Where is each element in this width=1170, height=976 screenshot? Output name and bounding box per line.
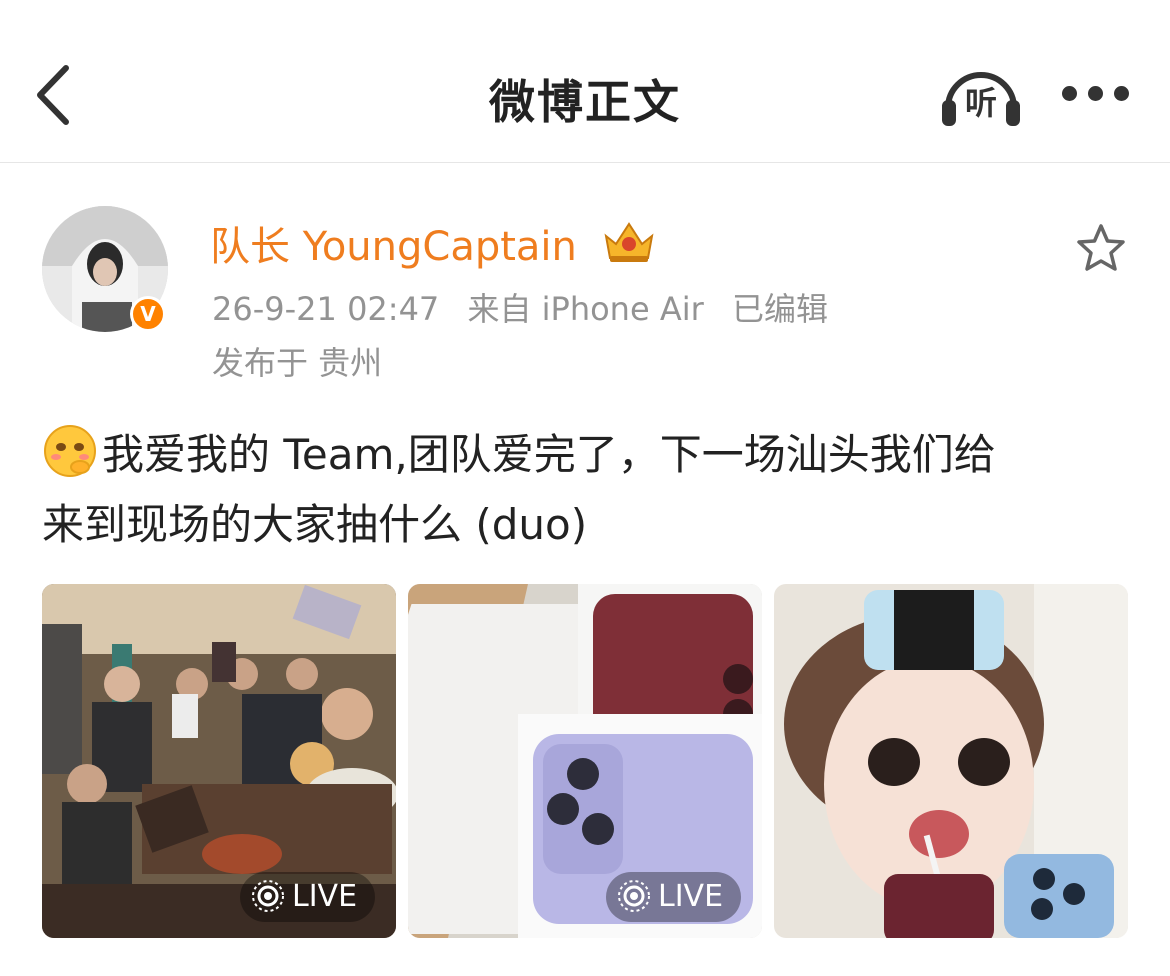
post-image-2[interactable]: LIVE bbox=[408, 584, 762, 938]
post-location: 发布于 贵州 bbox=[212, 344, 383, 382]
post-text-line-1: 我爱我的 Team,团队爱完了，下一场汕头我们给 bbox=[42, 420, 1132, 490]
live-photo-badge: LIVE bbox=[240, 872, 376, 922]
post-source: 来自 iPhone Air bbox=[467, 290, 704, 328]
listen-label: 听 bbox=[964, 84, 997, 122]
listen-button[interactable]: 听 bbox=[938, 62, 1024, 130]
verified-badge: V bbox=[130, 296, 166, 332]
post-body: 我爱我的 Team,团队爱完了，下一场汕头我们给 来到现场的大家抽什么 (duo… bbox=[42, 420, 1132, 560]
more-dots-icon bbox=[1088, 86, 1103, 101]
post-text-1: 我爱我的 Team,团队爱完了，下一场汕头我们给 bbox=[102, 430, 996, 479]
live-photo-icon bbox=[618, 880, 650, 912]
star-outline-icon bbox=[1077, 224, 1125, 271]
more-options-button[interactable] bbox=[1058, 78, 1132, 112]
author-name[interactable]: 队长 YoungCaptain bbox=[210, 214, 577, 272]
live-photo-badge: LIVE bbox=[606, 872, 742, 922]
post-image-3[interactable] bbox=[774, 584, 1128, 938]
post-image-1[interactable]: LIVE bbox=[42, 584, 396, 938]
more-dots-icon bbox=[1062, 86, 1077, 101]
post-time: 26-9-21 02:47 bbox=[212, 290, 440, 328]
shy-emoji-icon bbox=[44, 425, 96, 477]
selfie-filter-photo bbox=[774, 584, 1128, 938]
more-dots-icon bbox=[1114, 86, 1129, 101]
live-label: LIVE bbox=[658, 879, 724, 914]
live-label: LIVE bbox=[292, 879, 358, 914]
favorite-button[interactable] bbox=[1074, 222, 1128, 276]
live-photo-icon bbox=[252, 880, 284, 912]
crown-badge-icon bbox=[600, 218, 658, 264]
top-navigation-bar: 微博正文 听 bbox=[0, 0, 1170, 163]
edited-label[interactable]: 已编辑 bbox=[732, 290, 828, 328]
post-text-2: 来到现场的大家抽什么 (duo) bbox=[42, 500, 588, 549]
post-meta: 26-9-21 02:47 来自 iPhone Air 已编辑 bbox=[212, 284, 846, 330]
